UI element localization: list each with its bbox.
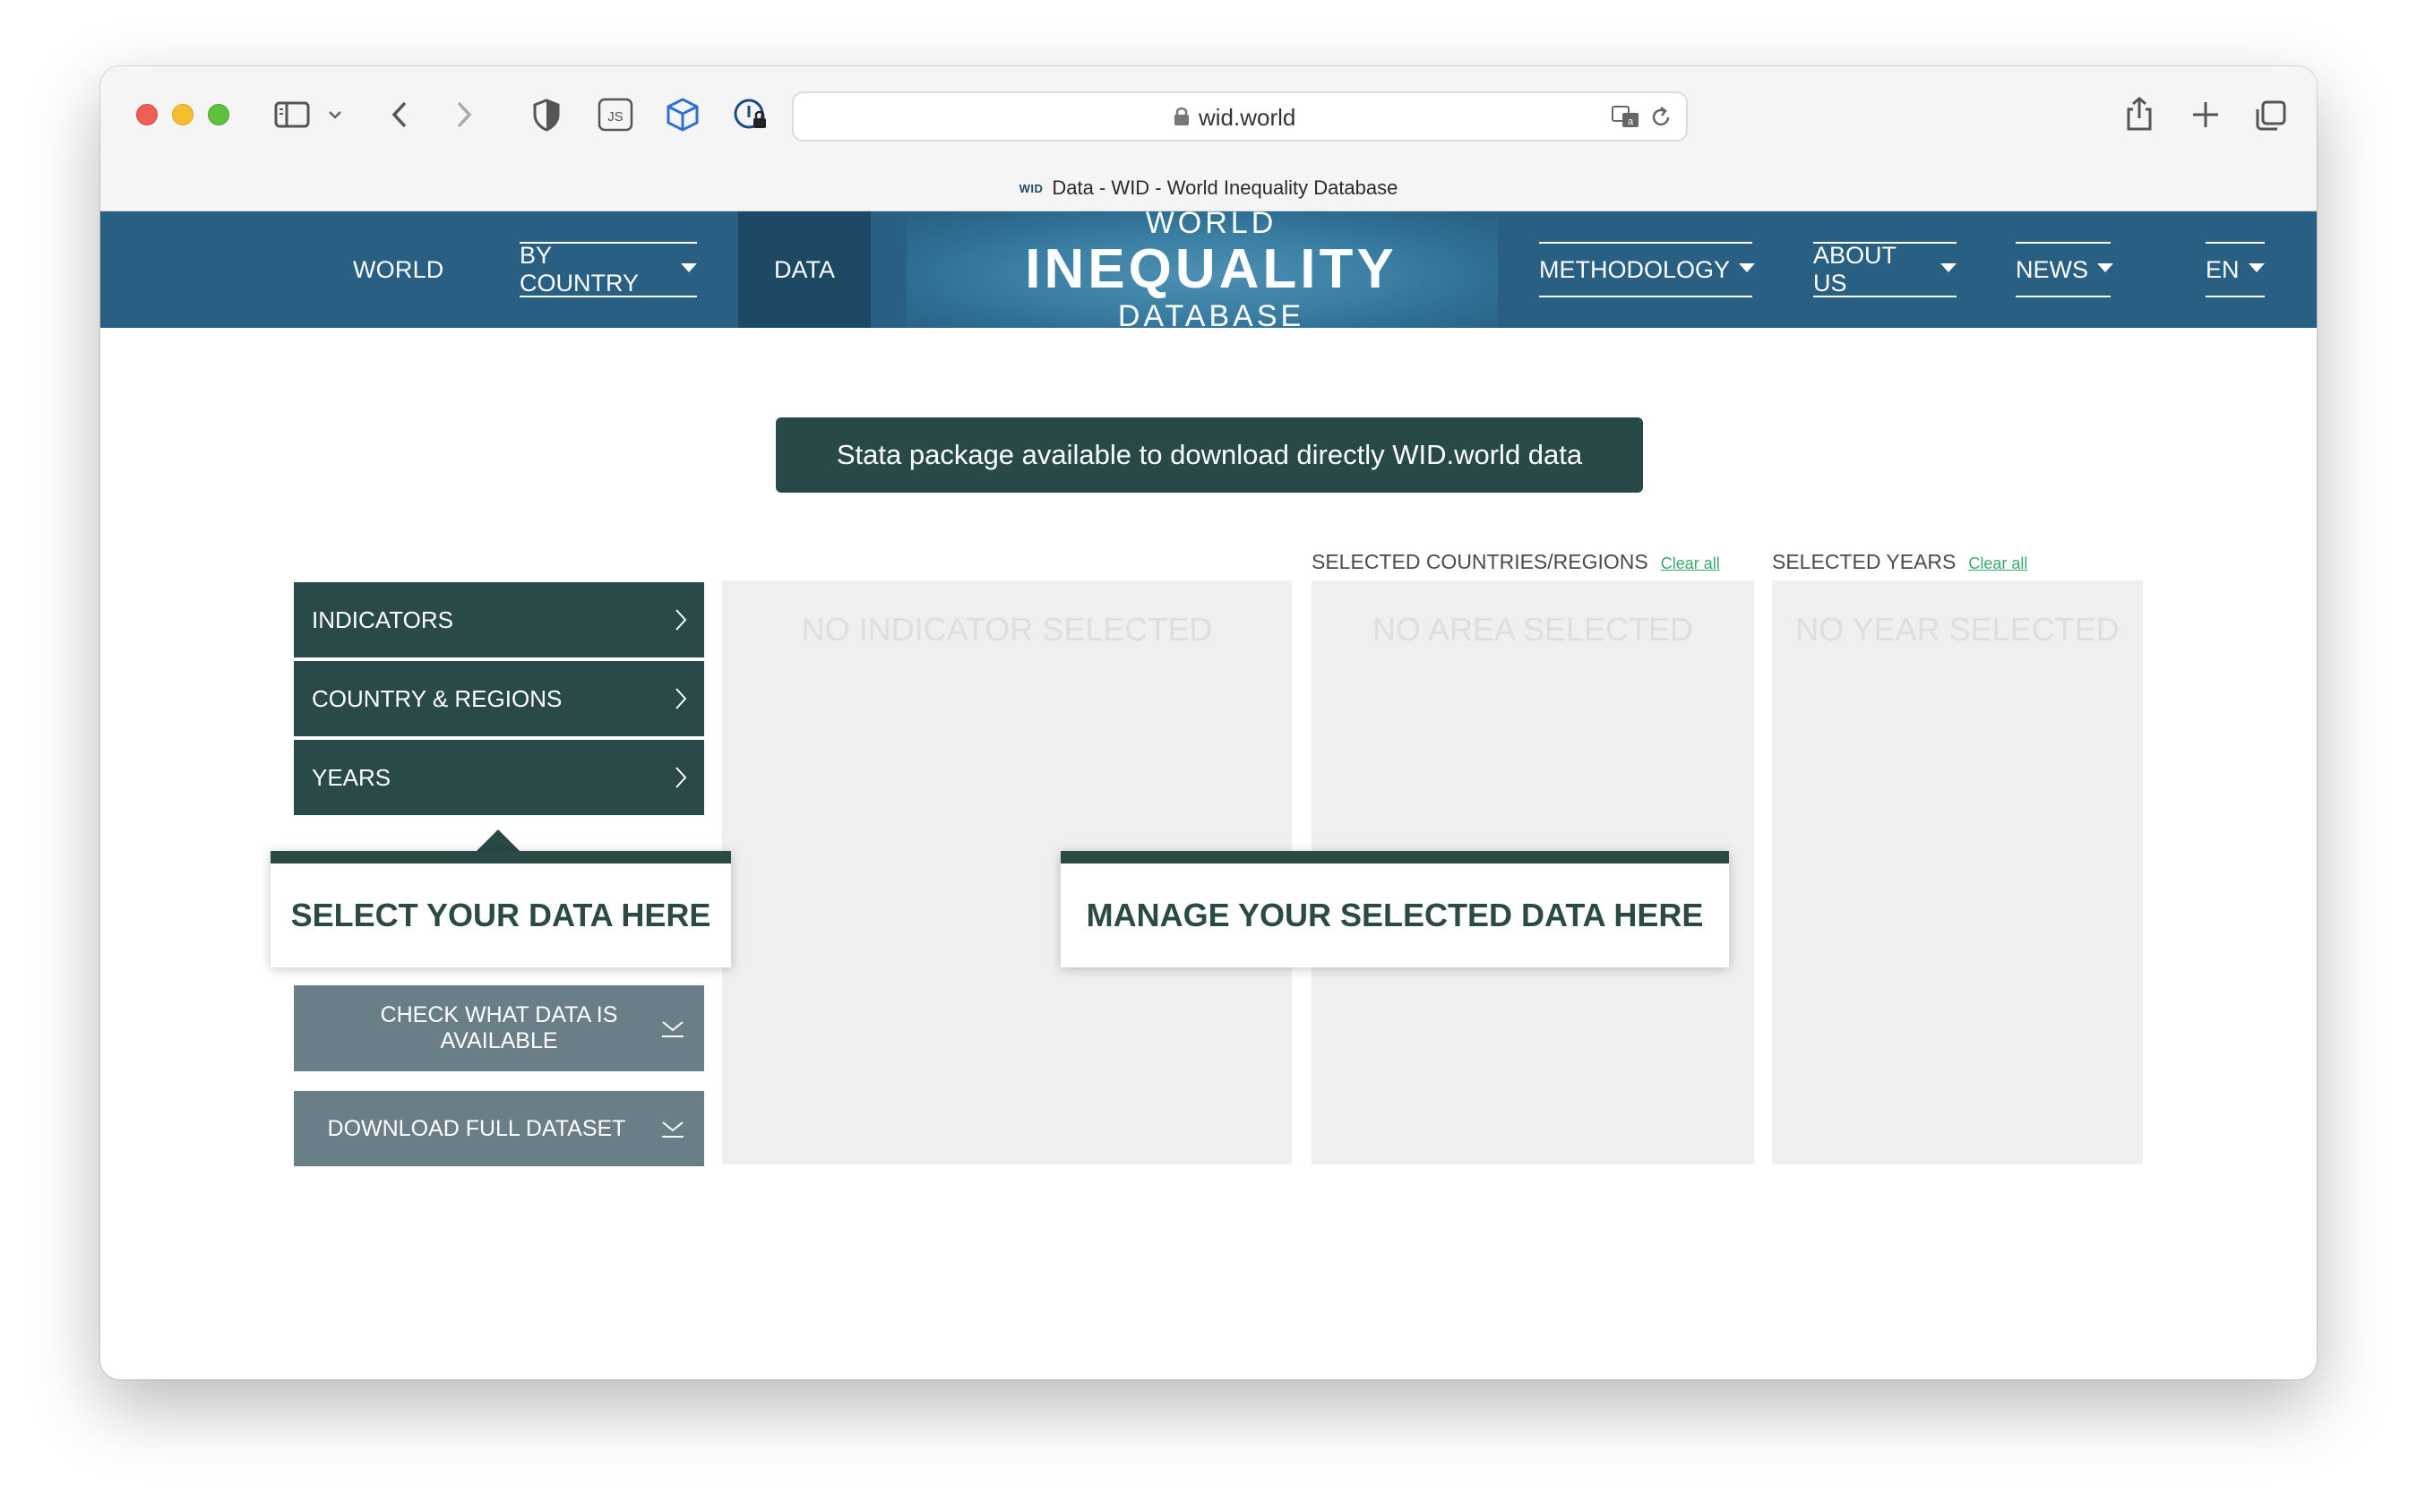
- browser-window: JS wid.world a WID Data - WID - World In…: [100, 66, 2317, 1379]
- logo-database-text: DATABASE: [1117, 299, 1305, 333]
- back-arrow-icon[interactable]: [385, 93, 416, 136]
- nav-methodology-label: METHODOLOGY: [1539, 255, 1731, 283]
- forward-arrow-icon[interactable]: [448, 93, 478, 136]
- nav-by-country[interactable]: BY COUNTRY: [520, 242, 697, 297]
- svg-text:JS: JS: [607, 109, 624, 125]
- country-regions-label: COUNTRY & REGIONS: [312, 684, 563, 712]
- language-selector[interactable]: EN: [2206, 242, 2265, 297]
- no-indicator-text: NO INDICATOR SELECTED: [801, 611, 1213, 648]
- caret-down-icon: [2248, 263, 2265, 272]
- new-tab-plus-icon[interactable]: [2188, 93, 2223, 136]
- reload-icon[interactable]: [1648, 104, 1673, 131]
- years-panel-header: SELECTED YEARS Clear all: [1772, 550, 2027, 574]
- nav-data-active[interactable]: DATA: [738, 211, 871, 328]
- sidebar-toggle-icon[interactable]: [272, 93, 312, 136]
- years-button[interactable]: YEARS: [294, 740, 704, 815]
- privacy-shield-icon[interactable]: [529, 93, 564, 136]
- caret-down-icon: [681, 263, 697, 272]
- logo-inequality-text: INEQUALITY: [1025, 238, 1398, 300]
- logo-world-text: WORLD: [1145, 206, 1277, 240]
- share-icon[interactable]: [2121, 93, 2157, 136]
- nav-methodology[interactable]: METHODOLOGY: [1539, 242, 1756, 297]
- callout-pointer: [477, 829, 520, 851]
- indicators-button[interactable]: INDICATORS: [294, 582, 704, 657]
- caret-down-icon: [1739, 263, 1756, 272]
- clear-years-link[interactable]: Clear all: [1968, 554, 2027, 572]
- javascript-extension-icon[interactable]: JS: [597, 93, 634, 136]
- tab-overview-icon[interactable]: [2252, 93, 2288, 136]
- caret-down-icon: [2097, 263, 2113, 272]
- chevron-right-icon: [675, 688, 687, 709]
- manage-data-callout: MANAGE YOUR SELECTED DATA HERE: [1061, 851, 1729, 967]
- svg-text:a: a: [1628, 116, 1634, 127]
- site-navigation: WORLD BY COUNTRY DATA WORLD INEQUALITY D…: [100, 206, 2317, 333]
- manage-data-callout-text: MANAGE YOUR SELECTED DATA HERE: [1086, 897, 1704, 933]
- nav-about-us[interactable]: ABOUT US: [1813, 242, 1957, 297]
- nav-news-label: NEWS: [2016, 255, 2088, 283]
- translate-icon[interactable]: a: [1611, 104, 1641, 131]
- countries-panel-title: SELECTED COUNTRIES/REGIONS: [1312, 550, 1648, 573]
- minimize-window-button[interactable]: [172, 104, 194, 125]
- address-bar[interactable]: wid.world a: [792, 91, 1688, 142]
- check-data-available-button[interactable]: CHECK WHAT DATA IS AVAILABLE: [294, 985, 704, 1071]
- countries-panel-header: SELECTED COUNTRIES/REGIONS Clear all: [1312, 550, 1720, 574]
- check-data-label: CHECK WHAT DATA IS AVAILABLE: [380, 1002, 618, 1053]
- package-cube-icon[interactable]: [663, 93, 702, 136]
- chevron-down-icon[interactable]: [326, 93, 344, 136]
- nav-by-country-label: BY COUNTRY: [520, 242, 640, 296]
- chevron-right-icon: [675, 609, 687, 631]
- stata-package-banner[interactable]: Stata package available to download dire…: [776, 417, 1643, 493]
- select-data-callout-text: SELECT YOUR DATA HERE: [290, 897, 711, 933]
- no-area-text: NO AREA SELECTED: [1372, 611, 1694, 648]
- active-tab-title[interactable]: WID Data - WID - World Inequality Databa…: [100, 172, 2317, 204]
- clear-countries-link[interactable]: Clear all: [1661, 554, 1720, 572]
- download-chevron-icon: [662, 1121, 684, 1138]
- chevron-right-icon: [675, 767, 687, 788]
- nav-news[interactable]: NEWS: [2016, 242, 2113, 297]
- country-regions-button[interactable]: COUNTRY & REGIONS: [294, 661, 704, 736]
- no-year-text: NO YEAR SELECTED: [1795, 611, 2120, 648]
- wid-logo[interactable]: WORLD INEQUALITY DATABASE: [1025, 206, 1393, 333]
- zoom-window-button[interactable]: [208, 104, 229, 125]
- browser-toolbar: JS wid.world a WID Data - WID - World In…: [100, 66, 2317, 211]
- language-label: EN: [2206, 255, 2240, 283]
- tab-title-text: Data - WID - World Inequality Database: [1052, 176, 1398, 199]
- download-chevron-icon: [662, 1021, 684, 1037]
- select-data-callout: SELECT YOUR DATA HERE: [271, 851, 731, 967]
- close-window-button[interactable]: [136, 104, 158, 125]
- download-full-label: DOWNLOAD FULL DATASET: [327, 1115, 626, 1141]
- years-label: YEARS: [312, 763, 391, 791]
- download-full-dataset-button[interactable]: DOWNLOAD FULL DATASET: [294, 1091, 704, 1166]
- years-panel-title: SELECTED YEARS: [1772, 550, 1957, 573]
- site-favicon: WID: [1019, 181, 1044, 195]
- nav-world[interactable]: WORLD: [353, 211, 444, 328]
- caret-down-icon: [1940, 263, 1957, 272]
- url-text: wid.world: [1199, 104, 1296, 131]
- password-lock-icon[interactable]: [731, 93, 770, 136]
- years-panel: NO YEAR SELECTED: [1772, 580, 2143, 1164]
- nav-about-us-label: ABOUT US: [1813, 242, 1897, 296]
- indicators-label: INDICATORS: [312, 606, 453, 633]
- lock-icon: [1174, 107, 1189, 125]
